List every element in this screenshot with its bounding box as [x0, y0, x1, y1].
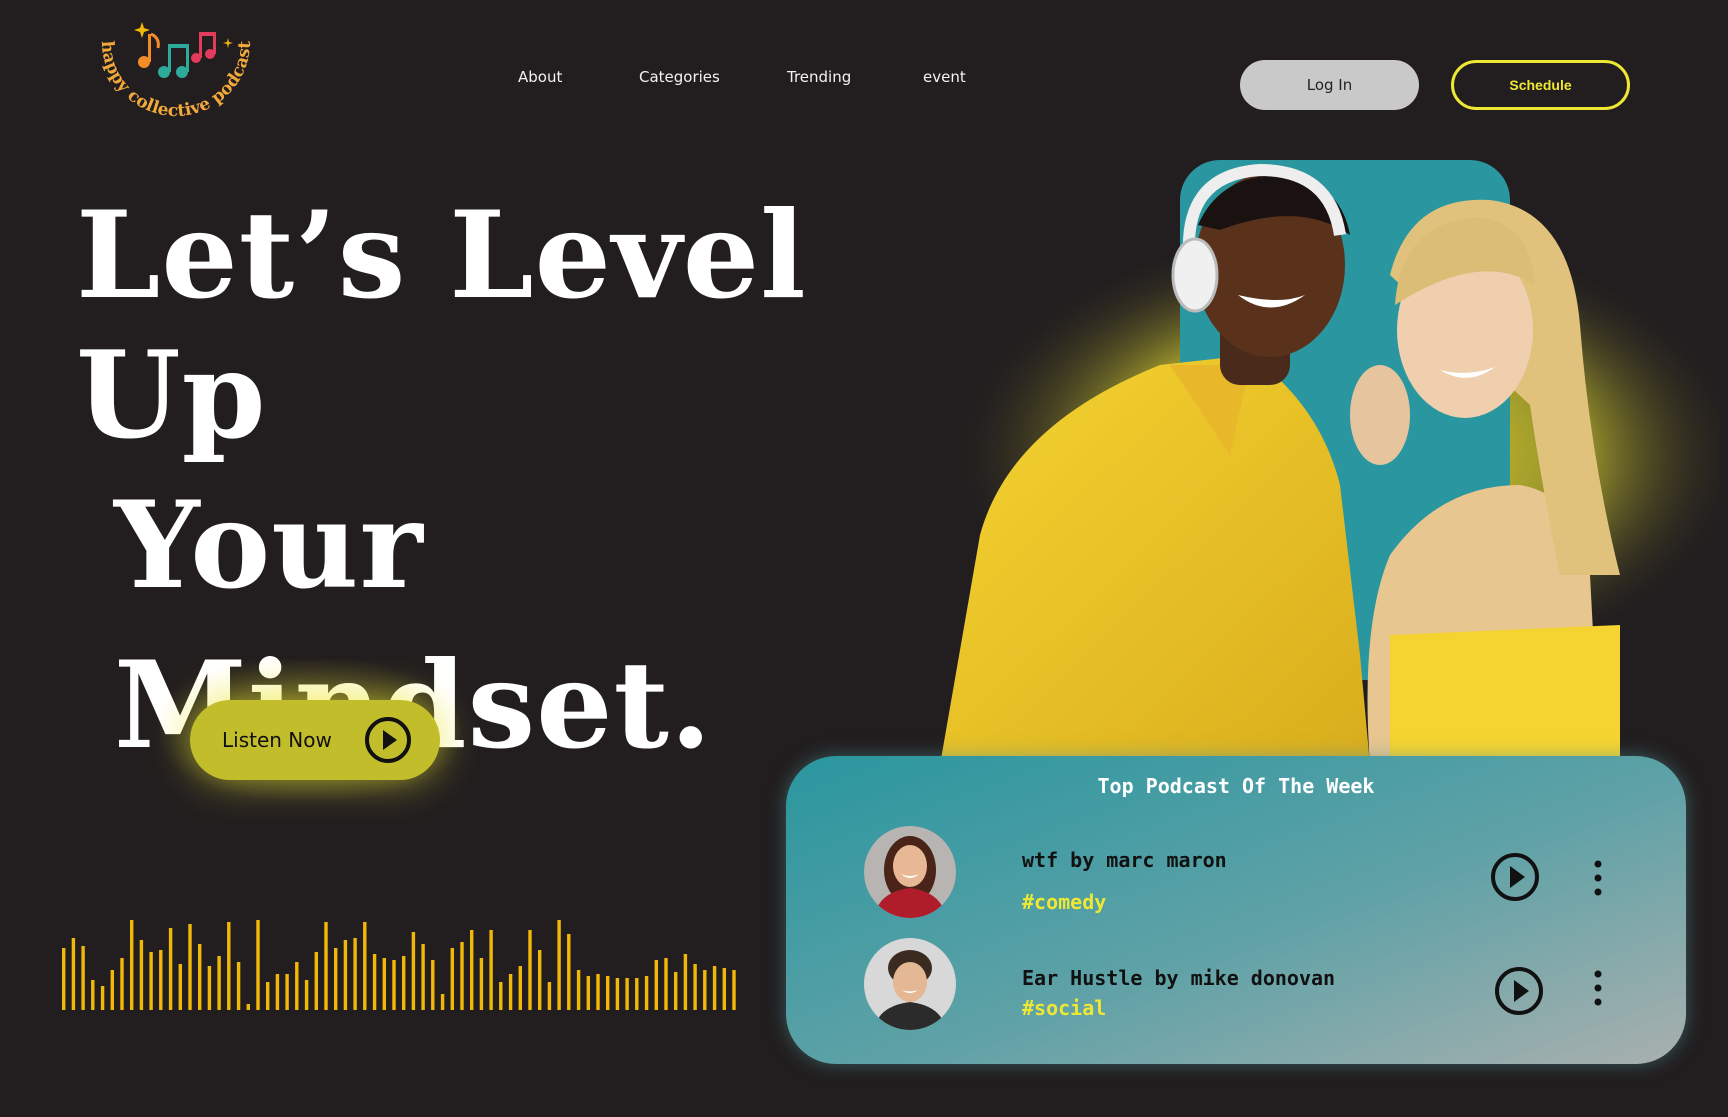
waveform-bar	[392, 960, 396, 1010]
hero-people-illustration	[940, 160, 1728, 765]
waveform-bar	[227, 922, 231, 1010]
more-options-icon[interactable]	[1592, 858, 1604, 898]
nav-about-link[interactable]: About	[518, 68, 562, 86]
waveform-bar	[363, 922, 367, 1010]
waveform-bar	[712, 966, 717, 1010]
waveform-bar	[314, 952, 318, 1010]
login-button[interactable]: Log In	[1240, 60, 1419, 110]
waveform-bar	[81, 946, 85, 1010]
waveform-bar	[198, 944, 202, 1010]
waveform-bar	[120, 958, 124, 1010]
waveform-bar	[285, 974, 289, 1010]
waveform-bar	[159, 950, 163, 1010]
waveform-bar	[528, 930, 532, 1010]
waveform-bar	[576, 970, 581, 1010]
waveform-bar	[353, 938, 357, 1010]
waveform-bar	[683, 954, 688, 1010]
waveform-bar	[450, 948, 454, 1010]
waveform-bar	[324, 922, 328, 1010]
woman-dress	[1390, 625, 1620, 765]
waveform-bar	[188, 924, 192, 1010]
waveform-bar	[644, 976, 649, 1010]
waveform-bar	[178, 964, 182, 1010]
waveform-bar	[62, 948, 66, 1010]
waveform-bar	[100, 986, 105, 1010]
nav-trending-link[interactable]: Trending	[787, 68, 851, 86]
waveform-bar	[275, 974, 280, 1010]
waveform-bar	[382, 958, 386, 1010]
podcast-tag[interactable]: #social	[1022, 996, 1106, 1020]
waveform-bar	[266, 982, 270, 1010]
waveform-bar	[703, 970, 707, 1010]
waveform-bar	[91, 980, 95, 1010]
nav-categories-link[interactable]: Categories	[639, 68, 720, 86]
more-options-icon[interactable]	[1592, 968, 1604, 1008]
waveform-bar	[693, 964, 697, 1010]
listen-now-label: Listen Now	[222, 728, 332, 752]
waveform-bar	[606, 976, 610, 1010]
waveform-bar	[470, 930, 474, 1010]
waveform-bar	[538, 950, 542, 1010]
podcast-avatar	[864, 826, 956, 918]
audio-waveform	[62, 920, 736, 1010]
podcast-row[interactable]: wtf by marc maron #comedy	[786, 826, 1686, 918]
play-circle-icon[interactable]	[1490, 852, 1540, 902]
waveform-bar	[732, 970, 736, 1010]
podcast-name: Ear Hustle by mike donovan	[1022, 966, 1336, 990]
waveform-bar	[421, 944, 425, 1010]
waveform-bar	[295, 962, 299, 1010]
play-circle-icon[interactable]	[1494, 966, 1544, 1016]
waveform-bar	[246, 1004, 250, 1010]
schedule-button[interactable]: Schedule	[1451, 60, 1630, 110]
waveform-bar	[411, 932, 416, 1010]
waveform-bar	[130, 920, 134, 1010]
waveform-bar	[508, 974, 513, 1010]
podcast-avatar	[864, 938, 956, 1030]
waveform-bar	[722, 968, 726, 1010]
waveform-bar	[304, 980, 309, 1010]
waveform-bar	[402, 956, 406, 1010]
podcast-name: wtf by marc maron	[1022, 848, 1227, 872]
play-circle-icon	[365, 717, 411, 763]
waveform-bar	[557, 920, 561, 1010]
waveform-bar	[547, 982, 552, 1010]
waveform-bar	[168, 928, 173, 1010]
nav-event-link[interactable]: event	[923, 68, 966, 86]
waveform-bar	[440, 994, 445, 1010]
waveform-bar	[71, 938, 76, 1010]
waveform-bar	[635, 978, 639, 1010]
waveform-bar	[460, 942, 464, 1010]
waveform-bar	[343, 940, 348, 1010]
waveform-bar	[139, 940, 144, 1010]
waveform-bar	[431, 960, 435, 1010]
waveform-bar	[518, 966, 522, 1010]
waveform-bar	[236, 962, 241, 1010]
podcast-tag[interactable]: #comedy	[1022, 890, 1106, 914]
waveform-bar	[372, 954, 377, 1010]
waveform-bar	[674, 972, 678, 1010]
podcast-row[interactable]: Ear Hustle by mike donovan #social	[786, 938, 1686, 1030]
top-podcast-card: Top Podcast Of The Week wtf by marc maro…	[786, 756, 1686, 1064]
headline-line-1: Let’s Level Up	[76, 185, 807, 466]
waveform-bar	[567, 934, 571, 1010]
listen-now-button[interactable]: Listen Now	[190, 700, 440, 780]
top-podcast-title: Top Podcast Of The Week	[1097, 774, 1375, 798]
waveform-bar	[334, 948, 338, 1010]
waveform-bar	[479, 958, 484, 1010]
waveform-bar	[256, 920, 260, 1010]
waveform-bar	[625, 978, 629, 1010]
waveform-bar	[499, 982, 503, 1010]
waveform-bar	[149, 952, 153, 1010]
waveform-bar	[110, 970, 114, 1010]
waveform-bar	[654, 960, 658, 1010]
waveform-bar	[586, 976, 590, 1010]
waveform-bar	[217, 956, 221, 1010]
waveform-bar	[596, 974, 600, 1010]
waveform-bar	[207, 966, 212, 1010]
waveform-bar	[615, 978, 620, 1010]
hero-image	[920, 155, 1728, 765]
waveform-bar	[489, 930, 493, 1010]
waveform-bar	[664, 958, 668, 1010]
